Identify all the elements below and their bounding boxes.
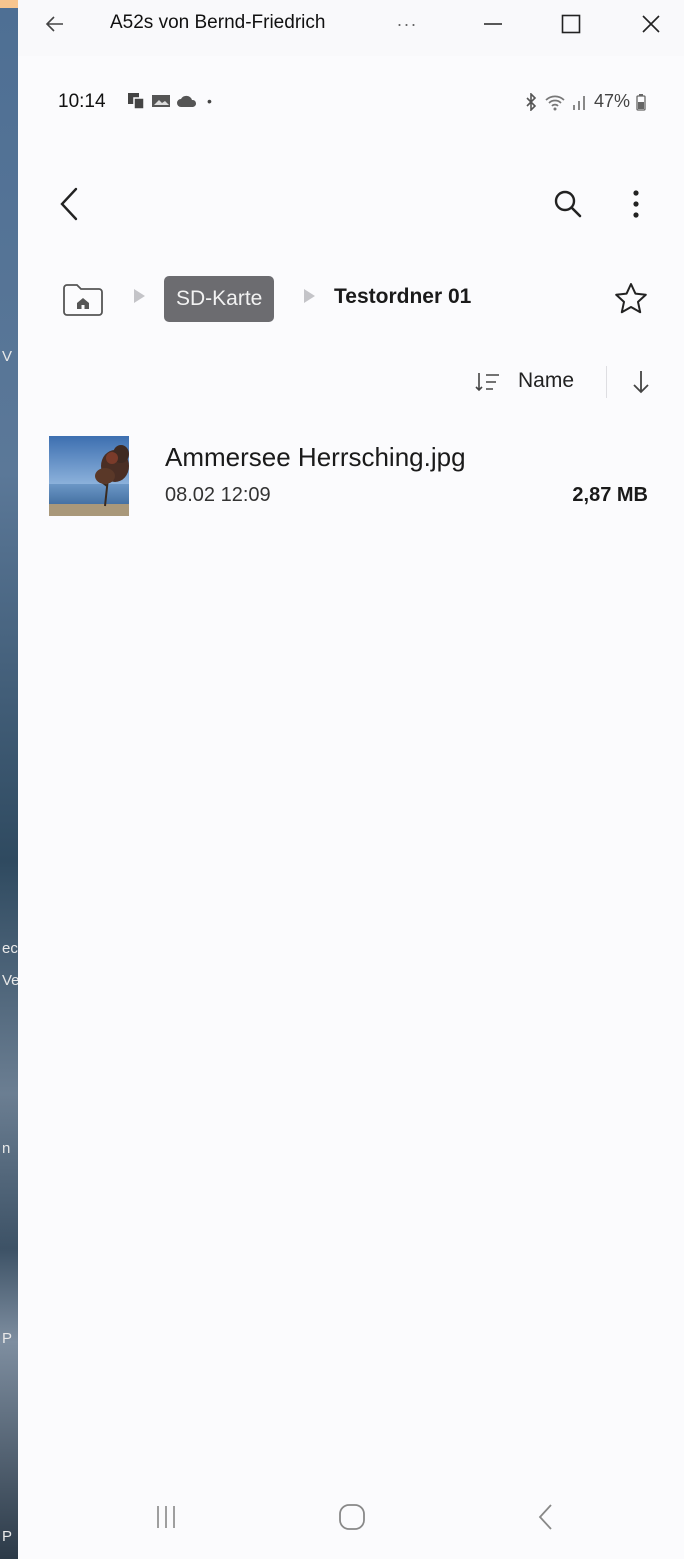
notification-icons: • (126, 92, 212, 110)
back-button[interactable] (48, 182, 92, 226)
back-nav-button[interactable] (526, 1500, 566, 1534)
home-nav-button[interactable] (332, 1500, 372, 1534)
maximize-button[interactable] (556, 0, 586, 48)
background-text-fragment: V (2, 348, 13, 365)
sort-bar: Name (18, 356, 684, 408)
breadcrumb-separator-icon (134, 289, 145, 303)
arrow-left-icon (45, 16, 63, 32)
notification-dot: • (207, 93, 212, 109)
breadcrumb-sd-card[interactable]: SD-Karte (164, 276, 275, 322)
desktop-background-strip: V ec Ve n P P (0, 8, 18, 1559)
back-arrow-icon (60, 187, 78, 221)
app-bar (18, 176, 684, 240)
breadcrumb-current-folder[interactable]: Testordner 01 (334, 285, 471, 309)
more-vertical-icon (633, 190, 639, 218)
sort-list-icon (475, 373, 499, 392)
home-nav-icon (339, 1504, 365, 1530)
back-nav-icon (538, 1504, 552, 1530)
sort-divider (606, 366, 607, 398)
status-bar: 10:14 • 47% (18, 56, 684, 148)
system-status: 47% (524, 91, 646, 112)
breadcrumb-separator-icon (304, 289, 315, 303)
background-text-fragment: P (2, 1528, 13, 1545)
close-icon (642, 15, 660, 33)
sort-type-button[interactable] (474, 370, 502, 399)
more-options-button[interactable] (614, 182, 658, 226)
breadcrumb: SD-Karte Testordner 01 (18, 272, 684, 328)
maximize-icon (561, 14, 581, 34)
signal-icon (572, 95, 585, 110)
arrow-down-icon (633, 371, 649, 394)
search-icon (554, 190, 582, 218)
phone-screen: 10:14 • 47% SD-Karte Testordner 01 Name … (18, 56, 684, 1559)
gallery-icon (152, 95, 170, 107)
sort-direction-button[interactable] (626, 366, 656, 398)
recent-apps-icon (157, 1506, 175, 1528)
minimize-icon (484, 23, 502, 25)
favorite-button[interactable] (610, 278, 652, 320)
breadcrumb-home[interactable] (60, 280, 106, 318)
window-back-button[interactable] (40, 0, 70, 48)
background-text-fragment: ec (2, 940, 18, 957)
battery-percent: 47% (593, 91, 630, 111)
file-list-item[interactable]: Ammersee Herrsching.jpg 08.02 12:09 2,87… (18, 426, 684, 526)
status-time: 10:14 (58, 91, 106, 112)
minimize-button[interactable] (478, 0, 508, 48)
cloud-icon (177, 95, 197, 107)
search-button[interactable] (546, 182, 590, 226)
recent-apps-button[interactable] (146, 1500, 186, 1534)
file-thumbnail (49, 436, 129, 516)
file-size: 2,87 MB (572, 484, 648, 506)
screen-mirror-icon (128, 93, 145, 110)
file-name: Ammersee Herrsching.jpg (165, 442, 466, 472)
close-button[interactable] (636, 0, 666, 48)
window-more-button[interactable]: ··· (390, 0, 424, 48)
home-folder-icon (63, 284, 103, 316)
file-date: 08.02 12:09 (165, 484, 271, 506)
background-text-fragment: n (2, 1140, 11, 1157)
background-text-fragment: Ve (2, 972, 18, 989)
lake-tree-photo (49, 436, 129, 516)
window-title-bar: A52s von Bernd-Friedrich ··· (18, 0, 684, 56)
navigation-bar (18, 1486, 684, 1546)
sort-label[interactable]: Name (518, 369, 574, 393)
background-text-fragment: P (2, 1330, 13, 1347)
bluetooth-icon (526, 92, 537, 111)
wifi-icon (545, 95, 565, 110)
star-outline-icon (615, 283, 647, 314)
battery-icon (636, 93, 646, 111)
window-title: A52s von Bernd-Friedrich (110, 12, 326, 33)
